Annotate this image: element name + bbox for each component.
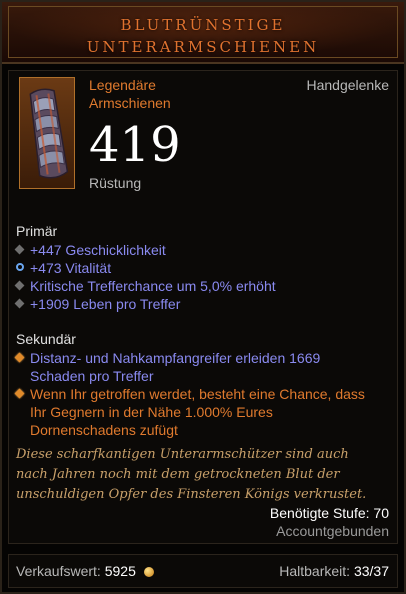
secondary-affix: Wenn Ihr getroffen werdet, besteht eine … — [14, 385, 386, 439]
affix-text-line: Ihr Gegnern in der Nähe 1.000% Eures — [30, 404, 273, 420]
affix-text: +1909 Leben pro Treffer — [30, 296, 181, 312]
flavor-line: nach Jahren noch mit dem getrockneten Bl… — [16, 467, 340, 482]
flavor-line: unschuldigen Opfer des Finsteren Königs … — [16, 487, 367, 502]
item-icon-frame — [19, 77, 75, 189]
durability-label: Haltbarkeit: — [279, 563, 351, 579]
affix-text: Kritische Trefferchance um 5,0% erhöht — [30, 278, 276, 294]
item-tooltip: BLUTRÜNSTIGE UNTERARMSCHIENEN Legendäre … — [0, 0, 406, 594]
item-type: Armschienen — [89, 95, 171, 111]
armor-label: Rüstung — [89, 175, 142, 191]
item-rarity: Legendäre — [89, 77, 156, 93]
primary-affix: Kritische Trefferchance um 5,0% erhöht — [14, 277, 386, 295]
primary-affix: +473 Vitalität — [16, 259, 386, 277]
flavor-line: Diese scharfkantigen Unterarmschützer si… — [16, 447, 349, 462]
affix-text-line: Dornenschadens zufügt — [30, 422, 178, 438]
affix-text-line: Distanz- und Nahkampfangreifer erleiden … — [30, 350, 321, 366]
sell-value: Verkaufswert: 5925 — [16, 563, 154, 579]
armor-value: 419 — [89, 117, 181, 173]
primary-affix: +1909 Leben pro Treffer — [14, 295, 386, 313]
vitality-ring-icon — [16, 263, 24, 271]
durability: Haltbarkeit: 33/37 — [279, 563, 389, 579]
durability-value: 33/37 — [353, 563, 389, 579]
sell-label: Verkaufswert: — [16, 563, 101, 579]
secondary-affix: Distanz- und Nahkampfangreifer erleiden … — [14, 349, 386, 385]
affix-text-line: Wenn Ihr getroffen werdet, besteht eine … — [30, 386, 365, 402]
item-name-line2: UNTERARMSCHIENEN — [86, 38, 320, 56]
primary-heading: Primär — [16, 223, 58, 239]
tooltip-footer: Verkaufswert: 5925 Haltbarkeit: 33/37 — [8, 554, 398, 588]
bracers-icon — [29, 88, 69, 179]
account-bound: Accountgebunden — [276, 523, 389, 539]
gold-coin-icon — [143, 567, 154, 578]
required-level: Benötigte Stufe: 70 — [269, 505, 389, 521]
sell-amount: 5925 — [104, 563, 136, 579]
tooltip-header: BLUTRÜNSTIGE UNTERARMSCHIENEN — [2, 2, 404, 64]
tooltip-body: Legendäre Armschienen Handgelenke 419 Rü… — [8, 70, 398, 544]
flavor-text: Diese scharfkantigen Unterarmschützer si… — [16, 445, 394, 505]
affix-text-line: Schaden pro Treffer — [30, 368, 154, 384]
item-name-line1: BLUTRÜNSTIGE — [120, 16, 286, 34]
affix-text: +473 Vitalität — [30, 260, 112, 276]
secondary-heading: Sekundär — [16, 331, 76, 347]
affix-text: +447 Geschicklichkeit — [30, 242, 166, 258]
item-slot: Handgelenke — [306, 77, 389, 93]
primary-affix: +447 Geschicklichkeit — [14, 241, 386, 259]
